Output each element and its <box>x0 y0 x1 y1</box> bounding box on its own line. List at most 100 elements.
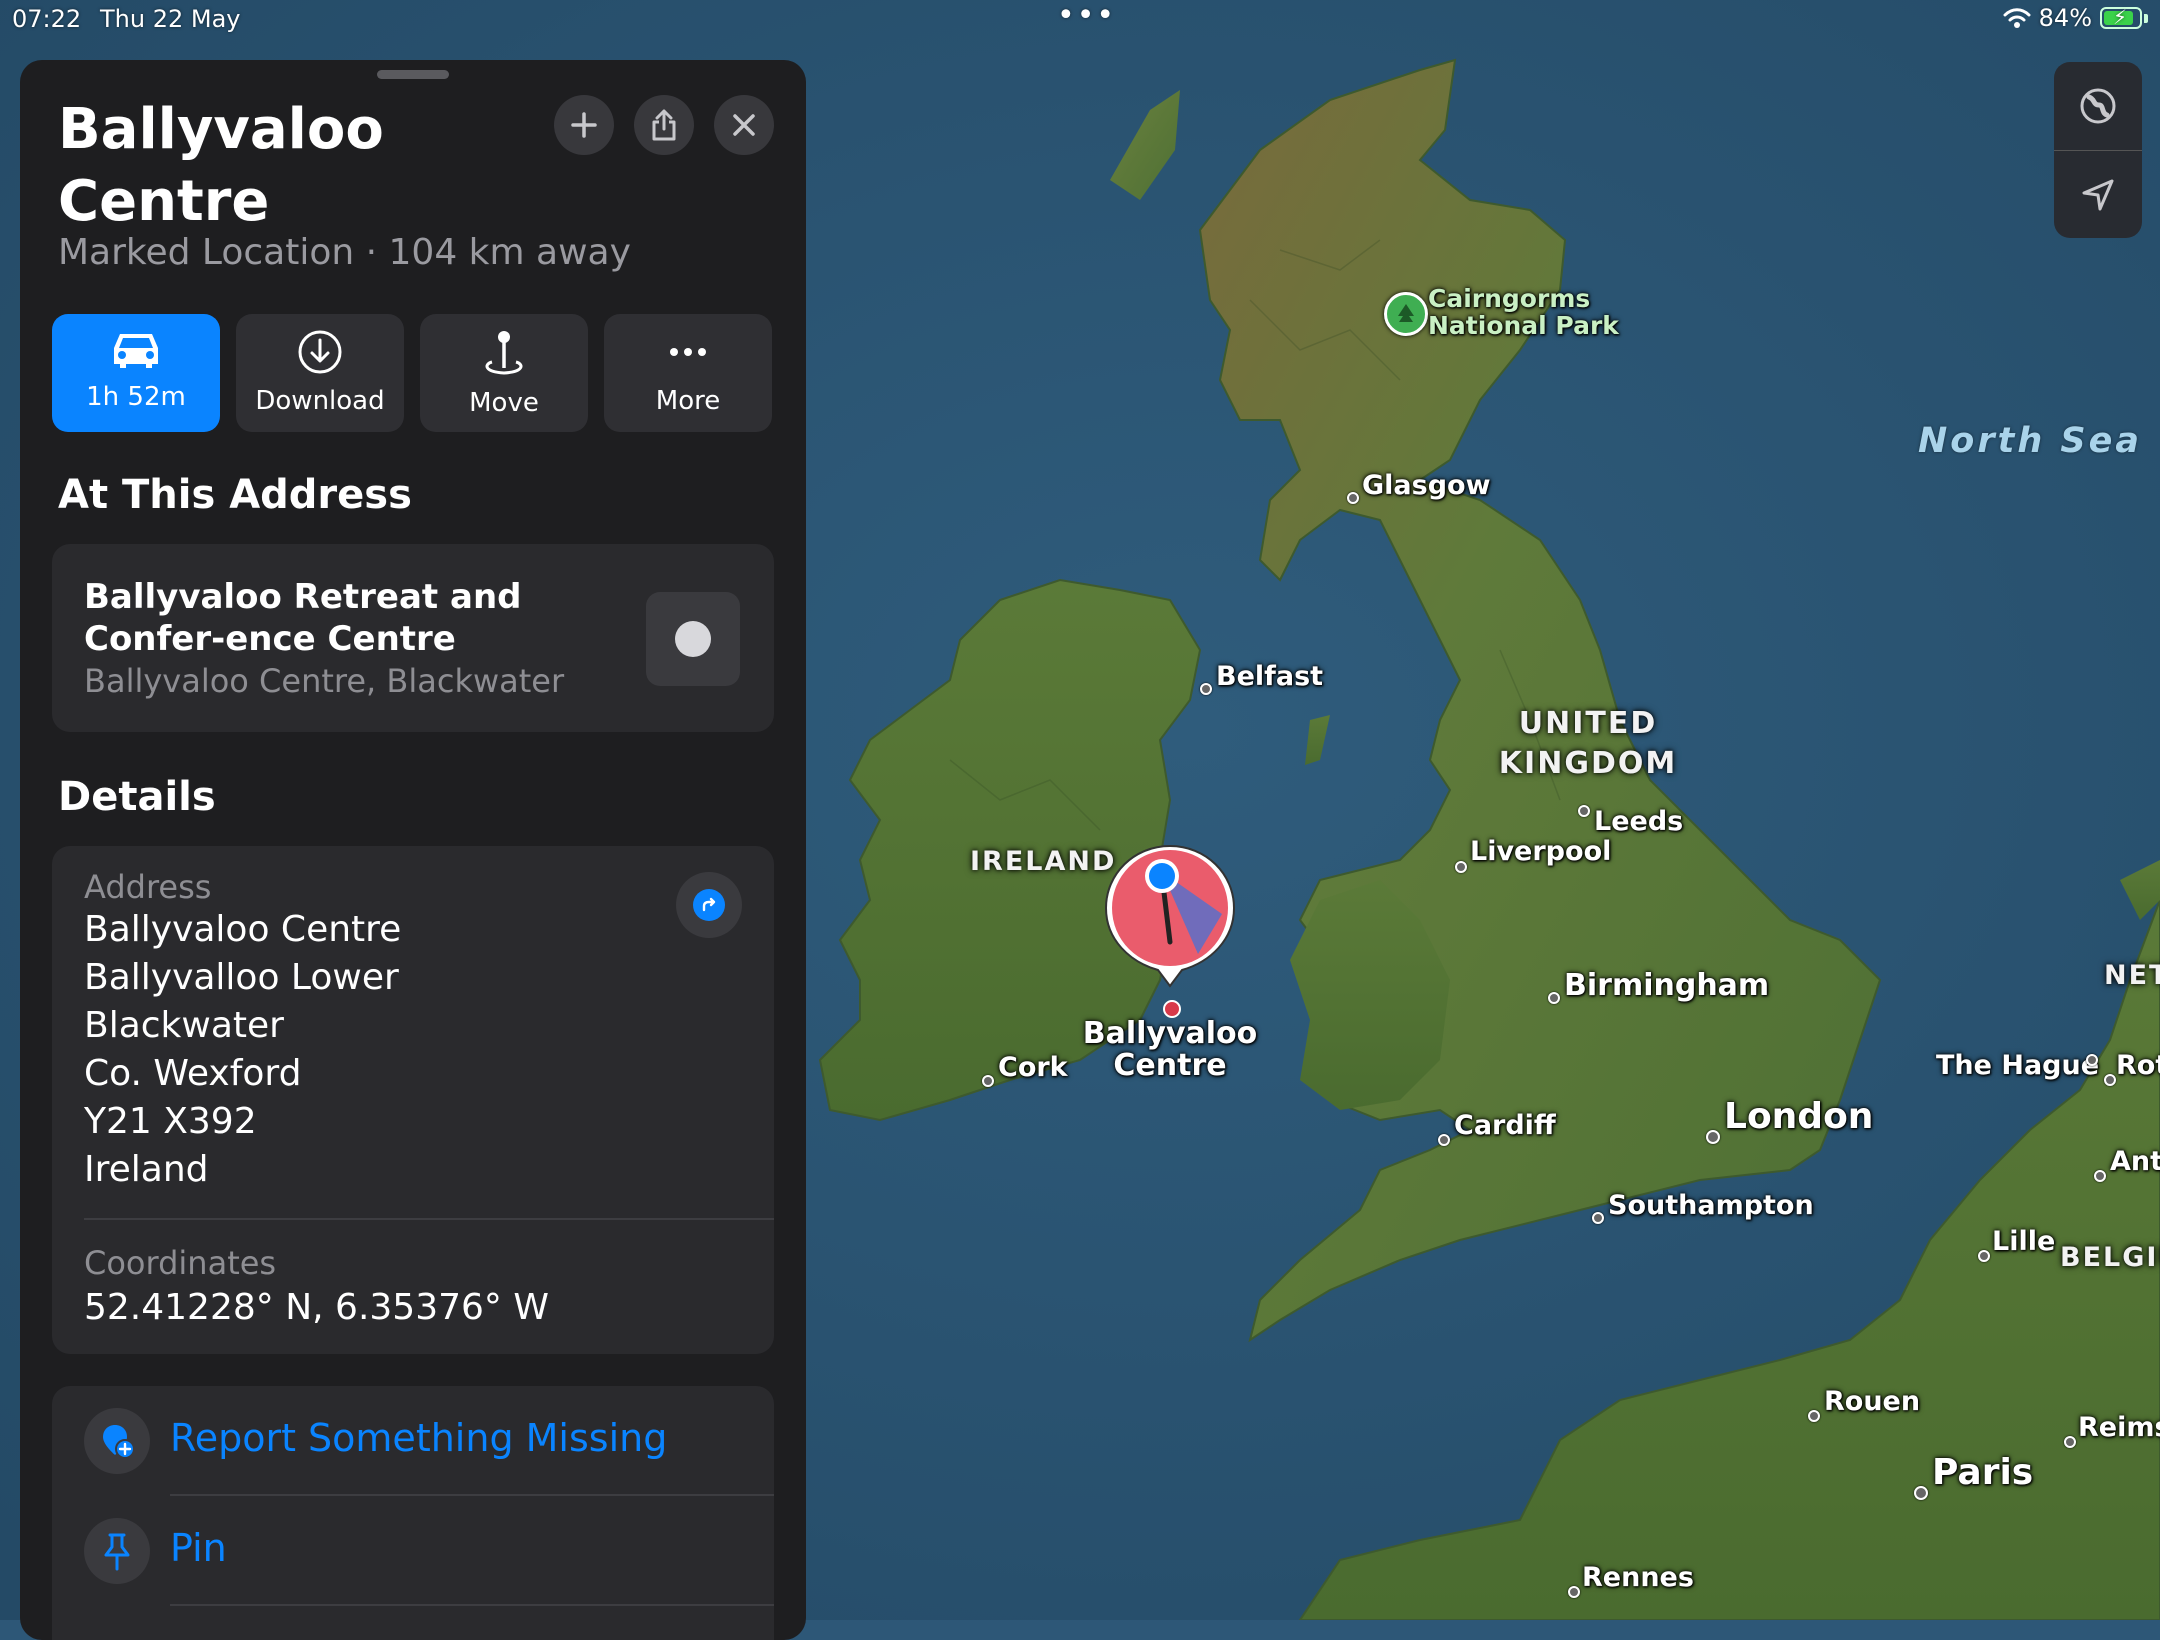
city-label-belfast[interactable]: Belfast <box>1216 661 1323 692</box>
city-label-lille[interactable]: Lille <box>1992 1226 2055 1257</box>
download-label: Download <box>255 386 385 416</box>
city-label-cork[interactable]: Cork <box>998 1052 1068 1083</box>
coordinates-value[interactable]: 52.41228° N, 6.35376° W <box>84 1284 549 1332</box>
business-name: Ballyvaloo Retreat and Confer-ence Centr… <box>84 577 522 659</box>
marked-location-pin[interactable] <box>1102 842 1238 988</box>
placeholder-dot-icon <box>675 621 711 657</box>
move-pin-icon <box>485 331 523 375</box>
marker-label[interactable]: Ballyvaloo Centre <box>1080 1018 1260 1082</box>
multitasking-dots[interactable]: ••• <box>1057 0 1116 33</box>
park-icon[interactable] <box>1384 292 1428 336</box>
address-directions-button[interactable] <box>676 872 742 938</box>
city-dot <box>1438 1134 1450 1146</box>
city-dot <box>1455 861 1467 873</box>
city-label-antwerp[interactable]: Ant <box>2110 1146 2160 1177</box>
address-line: Ballyvalloo Lower <box>84 957 399 998</box>
city-label-paris[interactable]: Paris <box>1932 1452 2033 1493</box>
divider <box>84 1218 774 1220</box>
directions-label: 1h 52m <box>86 382 186 412</box>
city-dot <box>1578 805 1590 817</box>
wifi-icon <box>2003 8 2031 28</box>
address-line: Y21 X392 <box>84 1101 257 1142</box>
details-card: Address Ballyvaloo Centre Ballyvalloo Lo… <box>52 846 774 1354</box>
city-dot <box>2104 1074 2116 1086</box>
battery-cap <box>2144 13 2148 23</box>
city-dot <box>1568 1586 1580 1598</box>
add-button[interactable] <box>554 95 614 155</box>
map-mode-button[interactable] <box>2054 62 2142 150</box>
more-icon <box>670 348 706 356</box>
download-button[interactable]: Download <box>236 314 404 432</box>
car-icon <box>114 334 158 368</box>
address-line: Blackwater <box>84 1005 284 1046</box>
city-label-the-hague[interactable]: The Hague <box>1936 1050 2099 1081</box>
city-label-birmingham[interactable]: Birmingham <box>1564 968 1769 1003</box>
address-line: Ireland <box>84 1149 209 1190</box>
status-indicators: 84% ⚡ <box>2003 4 2148 32</box>
city-dot <box>1914 1486 1928 1500</box>
report-missing-label: Report Something Missing <box>170 1416 668 1460</box>
city-label-liverpool[interactable]: Liverpool <box>1470 836 1611 867</box>
address-label: Address <box>84 868 212 906</box>
park-label[interactable]: Cairngorms National Park <box>1428 285 1619 339</box>
city-dot <box>1978 1250 1990 1262</box>
plus-icon <box>571 112 597 138</box>
coordinates-label: Coordinates <box>84 1244 277 1282</box>
country-label-ireland: IRELAND <box>970 846 1117 877</box>
city-dot <box>982 1075 994 1087</box>
address-line: Co. Wexford <box>84 1053 302 1094</box>
close-icon <box>733 114 755 136</box>
city-label-london[interactable]: London <box>1724 1096 1873 1137</box>
city-label-rennes[interactable]: Rennes <box>1582 1562 1694 1593</box>
city-label-reims[interactable]: Reims <box>2078 1412 2160 1443</box>
country-label-netherlands: NET <box>2104 960 2160 991</box>
city-dot <box>2094 1170 2106 1182</box>
battery-percent: 84% <box>2038 4 2092 32</box>
place-card: Ballyvaloo Centre Marked Location · 104 … <box>20 60 806 1640</box>
report-missing-row[interactable]: Report Something Missing <box>52 1386 774 1496</box>
close-button[interactable] <box>714 95 774 155</box>
city-dot <box>1808 1410 1820 1422</box>
sheet-grabber[interactable] <box>377 70 449 79</box>
business-location: Ballyvaloo Centre, Blackwater <box>84 662 565 700</box>
city-dot <box>1347 492 1359 504</box>
actions-list: Report Something Missing Pin <box>52 1386 774 1640</box>
status-date: Thu 22 May <box>100 5 241 33</box>
at-address-card[interactable]: Ballyvaloo Retreat and Confer-ence Centr… <box>52 544 774 732</box>
current-location-button[interactable] <box>2054 151 2142 238</box>
share-button[interactable] <box>634 95 694 155</box>
pin-row[interactable]: Pin <box>52 1496 774 1606</box>
map-controls <box>2054 62 2142 238</box>
city-label-leeds[interactable]: Leeds <box>1594 806 1683 837</box>
pin-icon <box>84 1518 150 1584</box>
move-label: Move <box>469 388 539 418</box>
place-title: Ballyvaloo Centre <box>58 97 384 234</box>
city-dot <box>1592 1212 1604 1224</box>
status-time: 07:22 <box>12 5 82 33</box>
divider <box>170 1604 774 1606</box>
city-label-rouen[interactable]: Rouen <box>1824 1386 1920 1417</box>
city-label-cardiff[interactable]: Cardiff <box>1454 1110 1556 1141</box>
location-arrow-icon <box>2082 179 2114 211</box>
city-dot <box>2086 1054 2098 1066</box>
country-label-uk: UNITED KINGDOM <box>1498 706 1678 781</box>
sea-label: North Sea <box>1918 421 2142 461</box>
globe-icon <box>2080 88 2116 124</box>
city-dot <box>1706 1130 1720 1144</box>
place-subtitle: Marked Location · 104 km away <box>58 232 631 273</box>
status-bar: 07:22 Thu 22 May ••• 84% ⚡ <box>0 0 2160 40</box>
move-button[interactable]: Move <box>420 314 588 432</box>
directions-button[interactable]: 1h 52m <box>52 314 220 432</box>
address-line: Ballyvaloo Centre <box>84 909 402 950</box>
action-buttons: 1h 52m Download Move More <box>52 314 772 432</box>
city-label-glasgow[interactable]: Glasgow <box>1362 470 1491 501</box>
city-label-southampton[interactable]: Southampton <box>1608 1190 1814 1221</box>
city-dot <box>1200 683 1212 695</box>
address-lines[interactable]: Ballyvaloo Centre Ballyvalloo Lower Blac… <box>84 906 401 1194</box>
business-thumbnail <box>646 592 740 686</box>
at-address-heading: At This Address <box>58 472 412 518</box>
country-label-belgium: BELGIU <box>2060 1242 2160 1273</box>
more-button[interactable]: More <box>604 314 772 432</box>
more-label: More <box>655 386 721 416</box>
city-label-rotterdam[interactable]: Rot <box>2116 1050 2160 1081</box>
